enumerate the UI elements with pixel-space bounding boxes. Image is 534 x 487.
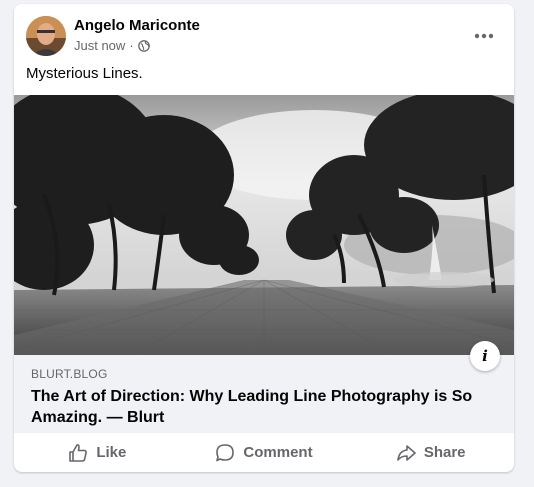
- like-button[interactable]: Like: [14, 433, 181, 472]
- thumbs-up-icon: [69, 443, 88, 462]
- post-meta: Just now ·: [74, 38, 150, 53]
- share-label: Share: [423, 444, 466, 461]
- share-button[interactable]: Share: [347, 433, 514, 472]
- author-name[interactable]: Angelo Mariconte: [74, 17, 200, 34]
- like-label: Like: [96, 444, 127, 461]
- info-icon[interactable]: i: [470, 341, 500, 371]
- globe-icon[interactable]: [137, 39, 150, 52]
- post-header: Angelo Mariconte Just now ·: [14, 4, 514, 64]
- meta-separator: ·: [129, 38, 134, 53]
- link-title[interactable]: The Art of Direction: Why Leading Line P…: [31, 386, 501, 428]
- share-icon: [397, 444, 416, 461]
- action-bar: Like Comment Share: [14, 433, 514, 472]
- post-time[interactable]: Just now: [74, 38, 125, 53]
- comment-label: Comment: [243, 444, 313, 461]
- link-domain: BLURT.BLOG: [31, 367, 108, 381]
- comment-icon: [216, 443, 235, 461]
- comment-button[interactable]: Comment: [181, 433, 348, 472]
- avatar[interactable]: [26, 16, 66, 56]
- link-preview-image[interactable]: [14, 95, 514, 355]
- link-preview[interactable]: BLURT.BLOG The Art of Direction: Why Lea…: [14, 355, 514, 433]
- post-text: Mysterious Lines.: [26, 65, 143, 82]
- more-options-icon[interactable]: [466, 18, 502, 54]
- post-card: Angelo Mariconte Just now · Mysterious L…: [14, 4, 514, 472]
